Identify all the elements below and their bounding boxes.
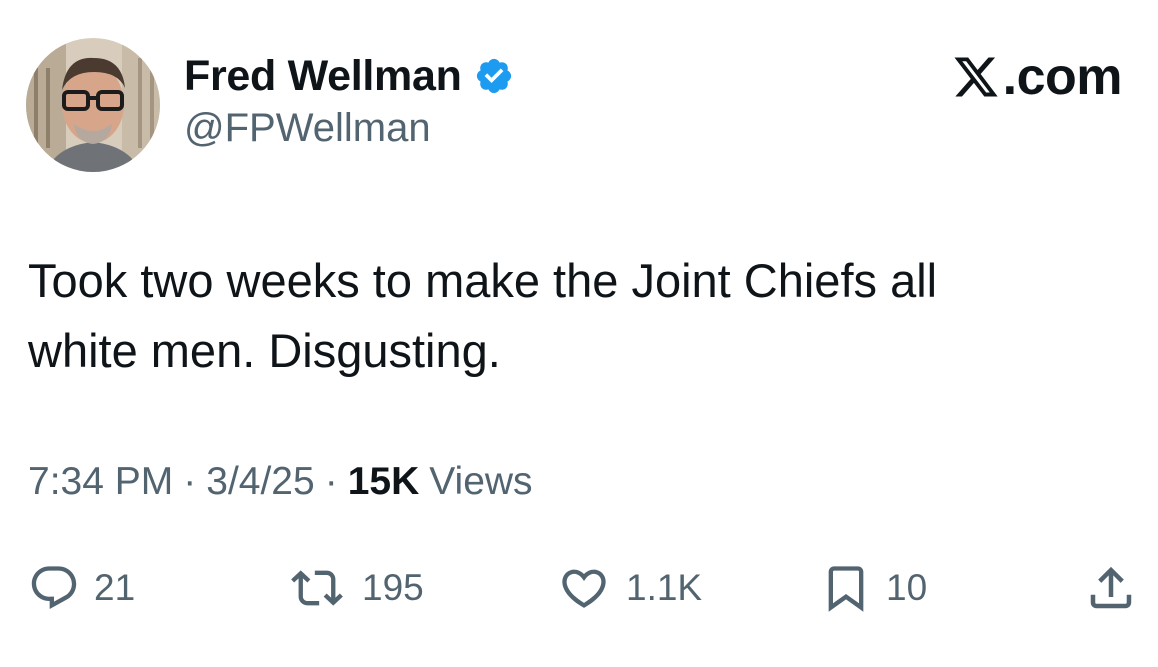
- bookmark-count: 10: [886, 567, 928, 608]
- share-icon: [1090, 566, 1132, 609]
- repost-icon: [291, 570, 343, 606]
- action-bar: 21 195 1.1K 10: [0, 556, 1158, 620]
- tweet-text: Took two weeks to make the Joint Chiefs …: [28, 246, 1128, 386]
- repost-button[interactable]: 195: [286, 556, 424, 620]
- tweet-meta: 7:34 PM · 3/4/25 · 15K Views: [28, 460, 533, 504]
- x-logo-icon: [954, 57, 998, 97]
- author-handle[interactable]: @FPWellman: [184, 106, 431, 151]
- profile-photo-icon: [26, 38, 160, 172]
- bookmark-button[interactable]: 10: [820, 556, 927, 620]
- reply-count: 21: [94, 567, 136, 608]
- heart-icon: [562, 569, 606, 608]
- tweet-text-line: Took two weeks to make the Joint Chiefs …: [28, 254, 938, 307]
- tweet-date[interactable]: 3/4/25: [206, 460, 314, 504]
- author-name-row: Fred Wellman: [184, 48, 514, 104]
- like-count: 1.1K: [626, 567, 703, 608]
- bookmark-icon: [828, 566, 864, 612]
- share-button[interactable]: [1084, 556, 1138, 620]
- reply-icon: [31, 566, 77, 610]
- verified-badge-icon[interactable]: [474, 56, 514, 96]
- views-count: 15K: [347, 460, 420, 503]
- repost-count: 195: [362, 567, 424, 608]
- tweet-text-line: white men. Disgusting.: [28, 324, 501, 377]
- x-com-label: .com: [951, 46, 1123, 108]
- views-label: Views: [429, 460, 533, 503]
- avatar[interactable]: [26, 38, 160, 172]
- author-display-name[interactable]: Fred Wellman: [184, 52, 462, 101]
- meta-separator: ·: [324, 460, 338, 503]
- site-domain-text: .com: [1002, 48, 1123, 106]
- tweet-time[interactable]: 7:34 PM: [28, 460, 173, 504]
- meta-separator: ·: [183, 460, 197, 503]
- like-button[interactable]: 1.1K: [556, 556, 702, 620]
- reply-button[interactable]: 21: [28, 556, 135, 620]
